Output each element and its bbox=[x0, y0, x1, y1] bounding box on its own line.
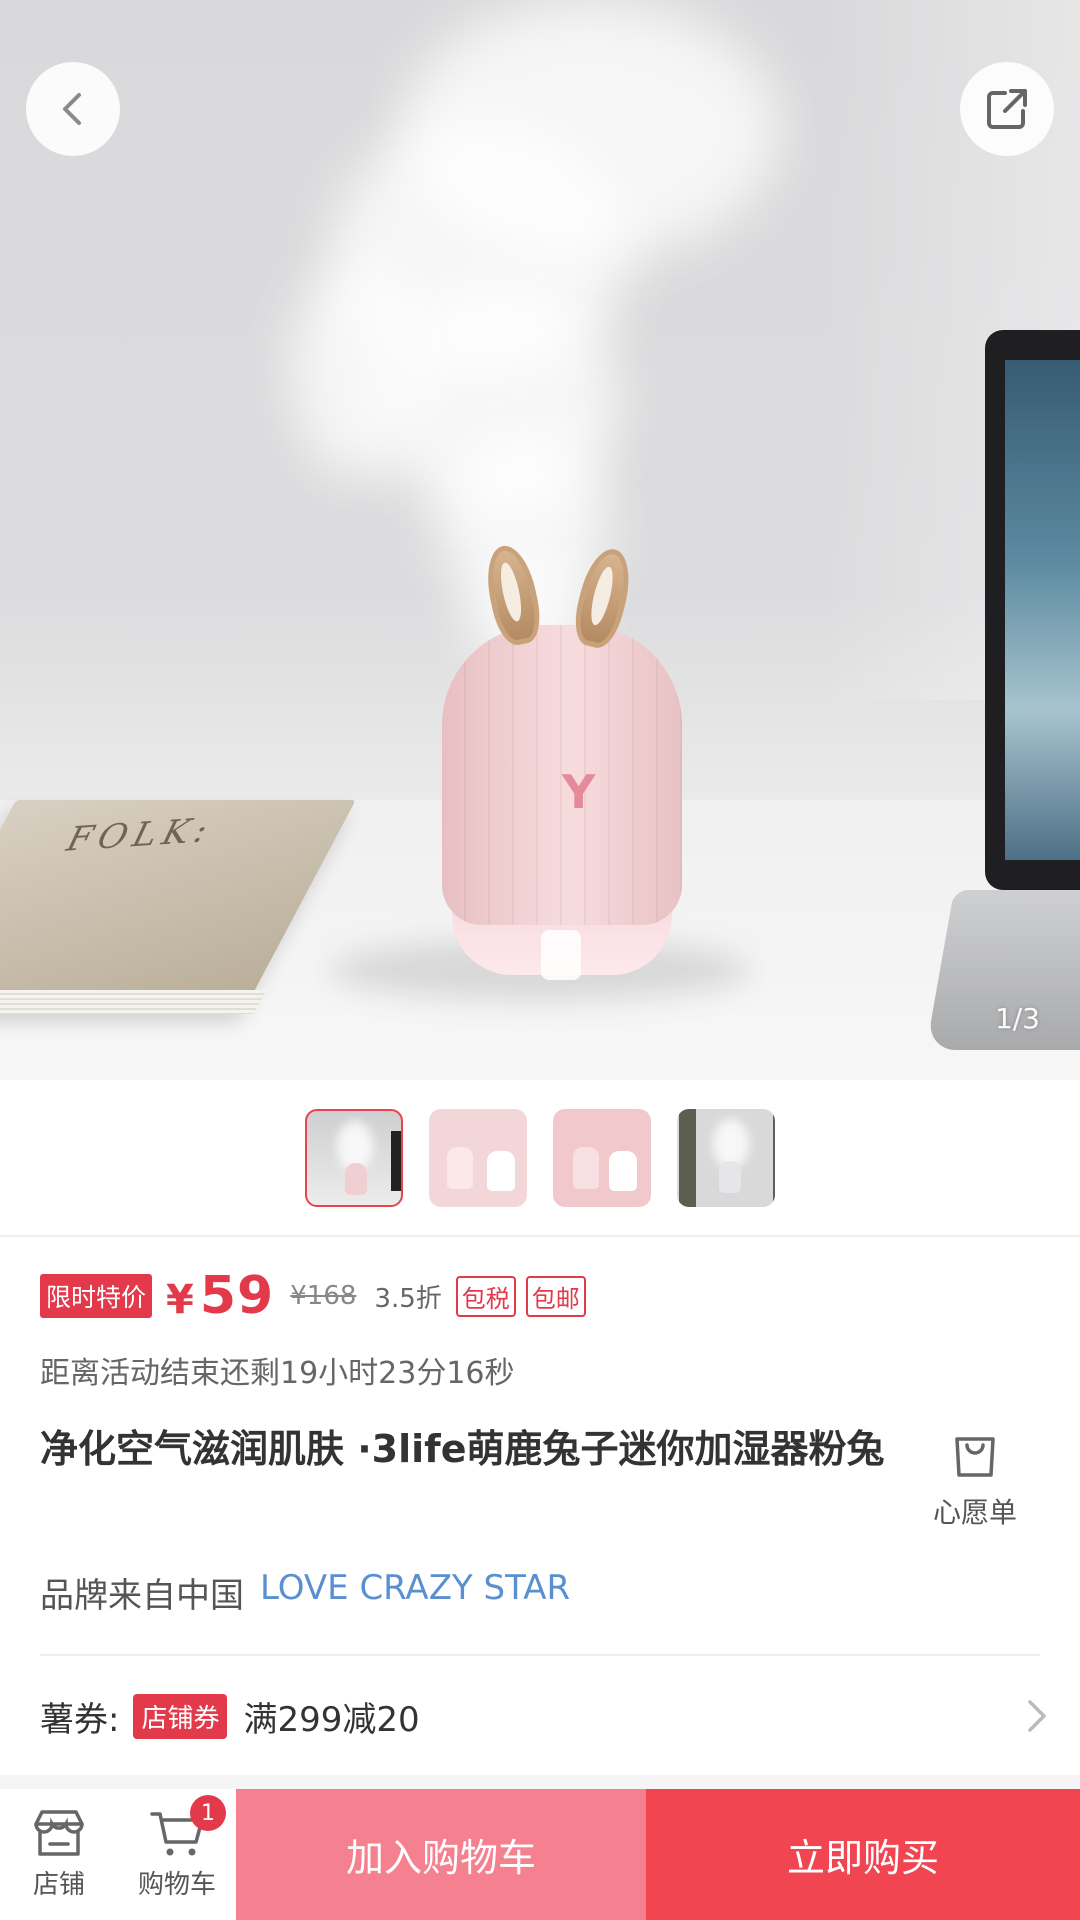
cart-label: 购物车 bbox=[137, 1870, 216, 1900]
thumb-product-white bbox=[487, 1150, 515, 1191]
thumb-product-white bbox=[609, 1150, 637, 1191]
antler-logo: Y bbox=[562, 765, 596, 819]
thumbnail-1[interactable] bbox=[305, 1108, 403, 1207]
limited-offer-tag: 限时特价 bbox=[40, 1274, 153, 1318]
price-row: 限时特价 ¥ 59 ¥168 3.5折 包税 包邮 bbox=[40, 1266, 596, 1326]
brand-link[interactable]: LOVE CRAZY STAR bbox=[260, 1568, 570, 1617]
back-button[interactable] bbox=[26, 62, 120, 156]
thumb-product bbox=[345, 1162, 367, 1195]
product-image[interactable]: FOLK: Y 1/3 bbox=[0, 0, 1080, 1080]
divider bbox=[0, 1235, 1080, 1237]
section-gap bbox=[0, 1775, 1080, 1789]
store-label: 店铺 bbox=[32, 1870, 85, 1900]
thumbnail-2[interactable] bbox=[429, 1108, 527, 1207]
shopping-bag-icon bbox=[955, 1437, 995, 1477]
brand-row: 品牌来自中国 LOVE CRAZY STAR bbox=[40, 1568, 570, 1617]
back-icon bbox=[63, 93, 81, 125]
store-button[interactable]: 店铺 bbox=[0, 1789, 118, 1920]
coupon-row[interactable]: 薯券: 店铺券 满299减20 bbox=[40, 1688, 1050, 1744]
currency-symbol: ¥ bbox=[166, 1277, 194, 1323]
thumb-product-pink bbox=[573, 1146, 599, 1189]
chevron-right-icon bbox=[1028, 1700, 1046, 1732]
wishlist-button[interactable]: 心愿单 bbox=[920, 1425, 1030, 1531]
steam bbox=[400, 0, 780, 260]
free-shipping-badge: 包邮 bbox=[525, 1275, 586, 1317]
coupon-text: 满299减20 bbox=[243, 1699, 420, 1740]
current-price: ¥ 59 bbox=[166, 1266, 274, 1326]
thumbnail-4[interactable] bbox=[677, 1108, 775, 1207]
image-page-indicator: 1/3 bbox=[994, 1002, 1040, 1035]
thumbnail-strip bbox=[0, 1080, 1080, 1235]
wishlist-label: 心愿单 bbox=[932, 1496, 1017, 1529]
add-to-cart-button[interactable]: 加入购物车 bbox=[236, 1789, 646, 1920]
buy-now-button[interactable]: 立即购买 bbox=[646, 1789, 1080, 1920]
discount-rate: 3.5折 bbox=[374, 1283, 442, 1314]
original-price: ¥168 bbox=[290, 1281, 357, 1311]
bottom-action-bar: 店铺 购物车 1 加入购物车 立即购买 bbox=[0, 1789, 1080, 1920]
laptop-display bbox=[1005, 360, 1080, 860]
thumbnail-3[interactable] bbox=[553, 1108, 651, 1207]
magazine-pages bbox=[0, 990, 267, 1014]
current-price-value: 59 bbox=[199, 1266, 275, 1326]
humidifier-wick bbox=[541, 930, 581, 980]
thumb-laptop bbox=[391, 1130, 401, 1191]
product-title: 净化空气滋润肌肤 ·3life萌鹿兔子迷你加湿器粉兔 bbox=[40, 1427, 885, 1471]
share-button[interactable] bbox=[960, 62, 1054, 156]
thumb-product-pink bbox=[447, 1146, 473, 1189]
divider bbox=[40, 1654, 1040, 1656]
countdown-timer: 距离活动结束还剩19小时23分16秒 bbox=[40, 1356, 515, 1391]
steam bbox=[290, 260, 430, 480]
brand-origin: 品牌来自中国 bbox=[40, 1576, 244, 1616]
share-icon bbox=[987, 89, 1027, 129]
cart-count-badge: 1 bbox=[190, 1795, 226, 1831]
thumb-product bbox=[719, 1160, 741, 1193]
tax-included-badge: 包税 bbox=[455, 1275, 516, 1317]
store-icon bbox=[34, 1810, 84, 1856]
cart-button[interactable]: 购物车 1 bbox=[118, 1789, 236, 1920]
store-coupon-tag: 店铺券 bbox=[133, 1693, 228, 1739]
coupon-label: 薯券: bbox=[40, 1699, 120, 1740]
